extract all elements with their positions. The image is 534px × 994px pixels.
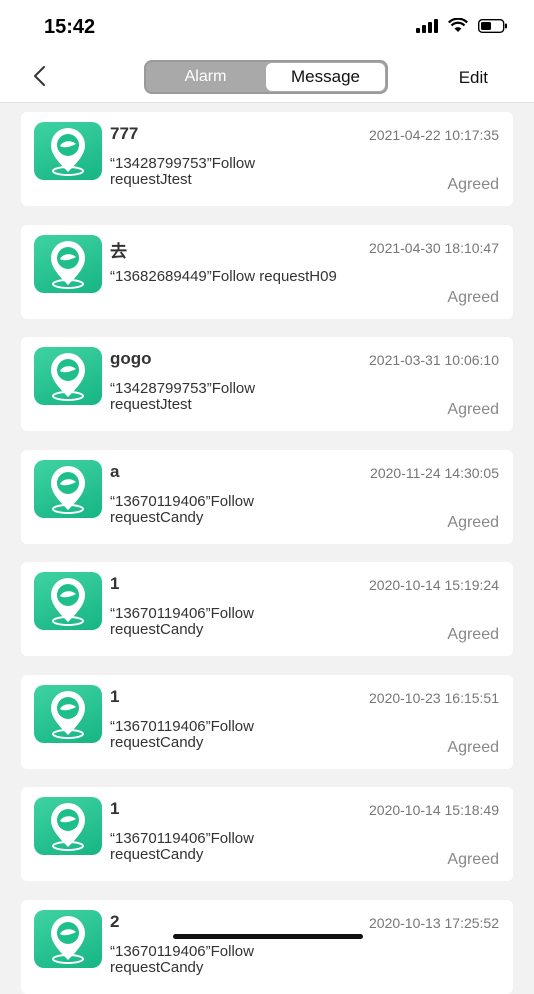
home-indicator [173, 934, 363, 939]
message-card[interactable]: 2 2020-10-13 17:25:52 “13670119406”Follow … [21, 899, 513, 994]
chevron-left-icon[interactable] [28, 64, 52, 88]
sender-name: a [110, 461, 120, 481]
message-card[interactable]: a 2020-11-24 14:30:05 “13670119406”Follow … [21, 449, 513, 544]
signal-icon [416, 18, 438, 33]
location-pin-icon [34, 347, 102, 405]
message-date: 2020-10-13 17:25:52 [369, 914, 499, 931]
location-pin-icon [34, 909, 102, 968]
status-icons [416, 18, 508, 33]
message-text: “13670119406”Follow requestCandy [110, 492, 254, 526]
status-bar: 15:42 [0, 0, 534, 50]
status-label: Agreed [447, 176, 499, 193]
sender-name: 1 [110, 799, 120, 818]
sender-name: gogo [110, 349, 152, 368]
wifi-icon [448, 18, 468, 32]
message-card[interactable]: 1 2020-10-14 15:18:49 “13670119406”Follow … [21, 787, 513, 881]
edit-button[interactable]: Edit [459, 68, 488, 88]
sender-name: 去 [110, 241, 127, 261]
message-card[interactable]: gogo 2021-03-31 10:06:10 “13428799753”Foll… [21, 337, 513, 431]
sender-name: 777 [110, 124, 139, 143]
message-date: 2020-11-24 14:30:05 [370, 464, 499, 481]
message-text: “13670119406”Follow requestCandy [110, 942, 254, 976]
status-label: Agreed [447, 738, 499, 756]
message-text: “13428799753”Follow requestJtest [110, 380, 256, 413]
location-pin-icon [34, 122, 102, 180]
message-card[interactable]: 1 2020-10-23 16:15:51 “13670119406”Follow … [21, 674, 513, 769]
message-text: “13670119406”Follow requestCandy [110, 605, 254, 638]
message-date: 2020-10-14 15:19:24 [369, 577, 499, 593]
location-pin-icon [34, 459, 102, 518]
message-date: 2021-04-22 10:17:35 [369, 127, 499, 143]
sender-name: 1 [110, 574, 120, 593]
sender-name: 2 [110, 911, 120, 931]
message-date: 2021-04-30 18:10:47 [369, 239, 499, 256]
nav-bar: Alarm Message Edit [0, 50, 534, 103]
message-card[interactable]: 去 2021-04-30 18:10:47 “13682689449”Follow … [21, 224, 513, 319]
status-label: Agreed [447, 851, 499, 868]
message-text: “13682689449”Follow requestH09 [110, 267, 337, 285]
message-card[interactable]: 777 2021-04-22 10:17:35 “13428799753”Follo… [21, 112, 513, 206]
message-text: “13428799753”Follow requestJtest [110, 155, 256, 188]
sender-name: 1 [110, 686, 120, 706]
message-date: 2021-03-31 10:06:10 [369, 352, 499, 368]
message-date: 2020-10-23 16:15:51 [369, 689, 499, 706]
message-card[interactable]: 1 2020-10-14 15:19:24 “13670119406”Follow … [21, 562, 513, 656]
location-pin-icon [34, 684, 102, 743]
tab-alarm[interactable]: Alarm [146, 62, 265, 92]
message-text: “13670119406”Follow requestCandy [110, 830, 254, 863]
location-pin-icon [34, 797, 102, 855]
tab-message[interactable]: Message [266, 63, 385, 91]
status-label: Agreed [447, 626, 499, 643]
location-pin-icon [34, 234, 102, 293]
status-label: Agreed [447, 401, 499, 418]
status-time: 15:42 [44, 16, 96, 38]
location-pin-icon [34, 572, 102, 630]
status-label: Agreed [447, 288, 499, 306]
segmented-control: Alarm Message [144, 60, 388, 94]
message-date: 2020-10-14 15:18:49 [369, 802, 499, 818]
message-text: “13670119406”Follow requestCandy [110, 717, 254, 751]
status-label: Agreed [447, 513, 499, 531]
battery-icon [478, 18, 507, 33]
